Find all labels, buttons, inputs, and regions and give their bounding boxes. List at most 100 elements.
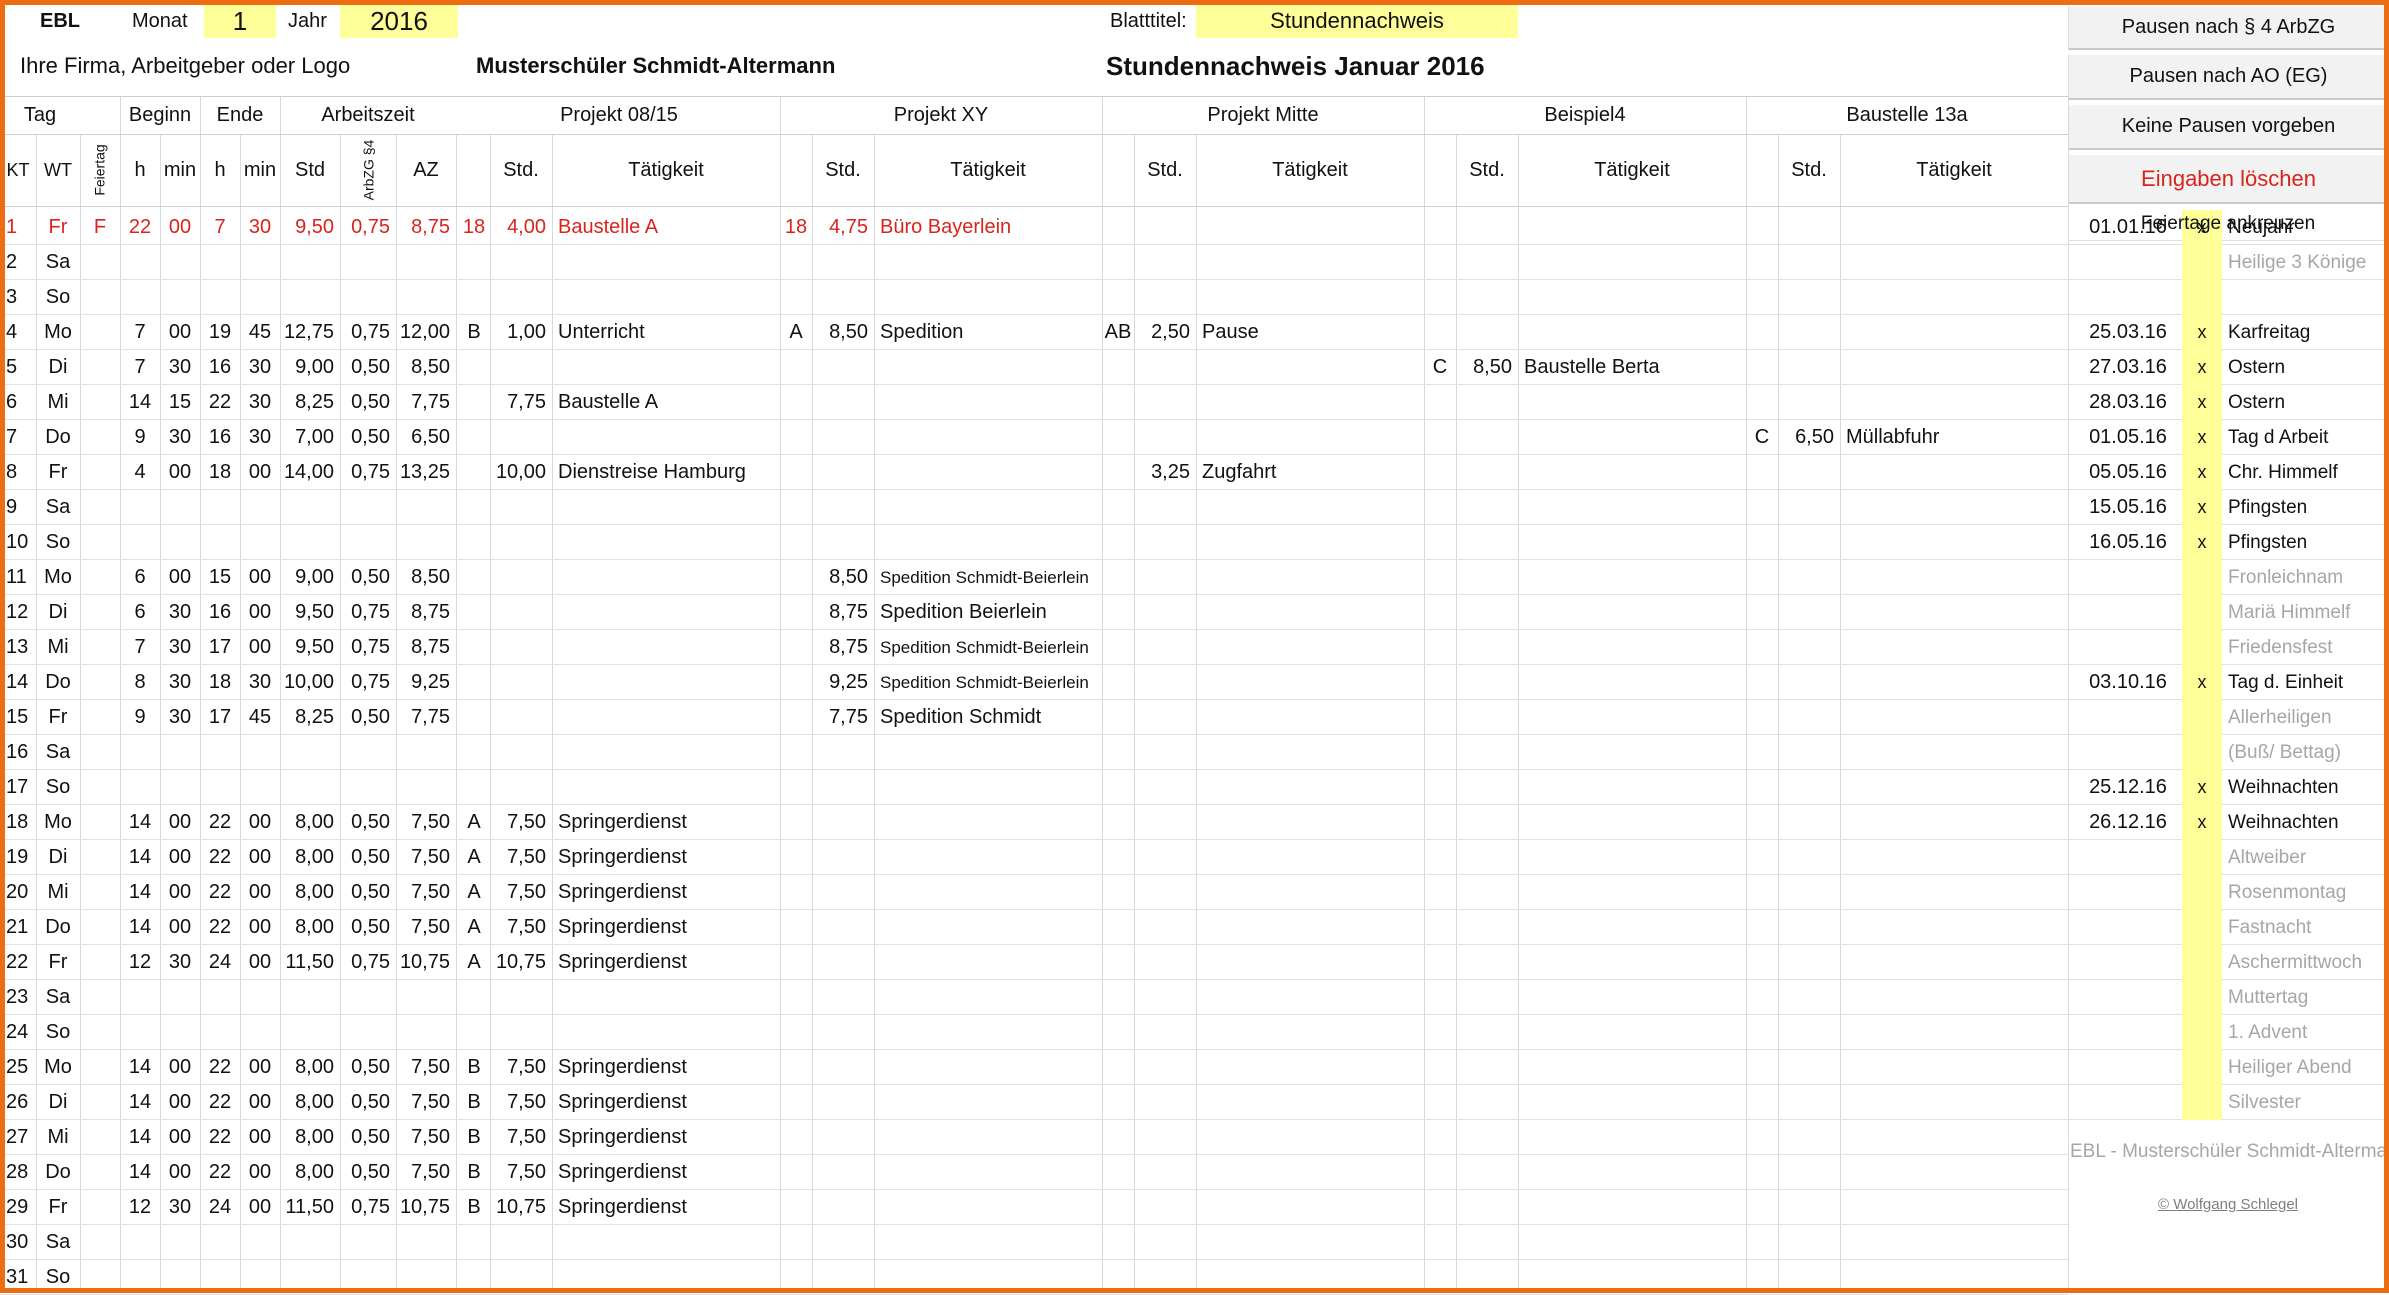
row-project-std[interactable]	[1134, 280, 1196, 315]
keine-pausen-button[interactable]: Keine Pausen vorgeben	[2068, 104, 2388, 150]
row-project-std[interactable]	[812, 1085, 874, 1120]
row-project-code[interactable]: A	[458, 805, 490, 840]
row-project-std[interactable]	[1778, 280, 1840, 315]
row-project-taetigkeit[interactable]: Spedition Schmidt-Beierlein	[874, 560, 1102, 595]
row-project-taetigkeit[interactable]	[1840, 1120, 2068, 1155]
row-project-taetigkeit[interactable]	[1518, 945, 1746, 980]
row-project-taetigkeit[interactable]	[1840, 875, 2068, 910]
row-project-code[interactable]	[458, 630, 490, 665]
row-project-std[interactable]	[1456, 420, 1518, 455]
row-project-std[interactable]	[490, 560, 552, 595]
row-project-code[interactable]	[780, 560, 812, 595]
row-project-taetigkeit[interactable]	[1518, 420, 1746, 455]
row-project-taetigkeit[interactable]	[1518, 455, 1746, 490]
row-project-std[interactable]	[1778, 245, 1840, 280]
row-project-code[interactable]	[1424, 315, 1456, 350]
row-project-std[interactable]	[1778, 665, 1840, 700]
row-project-code[interactable]	[1102, 350, 1134, 385]
row-project-std[interactable]	[1778, 525, 1840, 560]
row-project-std[interactable]	[1134, 1085, 1196, 1120]
row-project-taetigkeit[interactable]	[874, 910, 1102, 945]
row-project-code[interactable]	[458, 560, 490, 595]
row-project-code[interactable]	[1424, 805, 1456, 840]
row-project-taetigkeit[interactable]	[874, 980, 1102, 1015]
row-project-code[interactable]	[458, 700, 490, 735]
row-project-taetigkeit[interactable]	[874, 420, 1102, 455]
row-project-code[interactable]	[1102, 805, 1134, 840]
holiday-checkbox[interactable]	[2182, 1015, 2222, 1050]
row-ende-min[interactable]: 00	[240, 1050, 280, 1085]
row-ende-h[interactable]: 18	[200, 665, 240, 700]
row-project-code[interactable]	[1746, 980, 1778, 1015]
row-project-std[interactable]: 6,50	[1778, 420, 1840, 455]
row-beginn-h[interactable]	[120, 1260, 160, 1295]
row-project-taetigkeit[interactable]: Springerdienst	[552, 945, 780, 980]
row-beginn-h[interactable]: 7	[120, 630, 160, 665]
row-project-std[interactable]: 8,50	[1456, 350, 1518, 385]
row-project-code[interactable]	[1102, 1225, 1134, 1260]
row-project-std[interactable]	[1456, 770, 1518, 805]
row-ende-min[interactable]	[240, 490, 280, 525]
row-beginn-min[interactable]: 30	[160, 630, 200, 665]
row-beginn-h[interactable]: 22	[120, 210, 160, 245]
row-project-std[interactable]	[1778, 1050, 1840, 1085]
row-project-std[interactable]	[1456, 875, 1518, 910]
row-beginn-min[interactable]: 30	[160, 595, 200, 630]
row-project-std[interactable]	[490, 245, 552, 280]
row-project-std[interactable]	[490, 1225, 552, 1260]
row-beginn-min[interactable]: 00	[160, 1120, 200, 1155]
row-project-code[interactable]	[780, 980, 812, 1015]
row-project-taetigkeit[interactable]	[874, 1225, 1102, 1260]
row-project-code[interactable]	[1102, 595, 1134, 630]
row-project-code[interactable]	[1424, 210, 1456, 245]
row-project-taetigkeit[interactable]	[1196, 1225, 1424, 1260]
row-project-code[interactable]	[1102, 210, 1134, 245]
row-project-std[interactable]	[490, 595, 552, 630]
row-project-taetigkeit[interactable]	[1196, 735, 1424, 770]
row-project-taetigkeit[interactable]: Pause	[1196, 315, 1424, 350]
row-project-taetigkeit[interactable]	[1518, 1260, 1746, 1295]
row-project-code[interactable]	[1424, 630, 1456, 665]
row-project-std[interactable]: 7,50	[490, 840, 552, 875]
holiday-checkbox[interactable]	[2182, 875, 2222, 910]
row-feiertag[interactable]	[80, 245, 120, 280]
row-beginn-min[interactable]: 30	[160, 1190, 200, 1225]
row-project-taetigkeit[interactable]	[1518, 280, 1746, 315]
row-project-std[interactable]	[1134, 595, 1196, 630]
row-ende-h[interactable]: 24	[200, 945, 240, 980]
row-ende-h[interactable]: 16	[200, 420, 240, 455]
row-project-std[interactable]	[1134, 1015, 1196, 1050]
row-project-std[interactable]	[1456, 1190, 1518, 1225]
row-project-code[interactable]	[780, 840, 812, 875]
row-project-code[interactable]	[1424, 1015, 1456, 1050]
row-project-taetigkeit[interactable]	[1196, 1120, 1424, 1155]
row-project-std[interactable]	[812, 910, 874, 945]
row-project-code[interactable]	[780, 350, 812, 385]
row-project-std[interactable]	[1778, 875, 1840, 910]
row-project-taetigkeit[interactable]	[874, 1085, 1102, 1120]
row-ende-h[interactable]: 22	[200, 875, 240, 910]
row-project-code[interactable]	[458, 385, 490, 420]
row-project-taetigkeit[interactable]	[1518, 875, 1746, 910]
holiday-checkbox[interactable]	[2182, 945, 2222, 980]
row-project-code[interactable]	[1102, 1050, 1134, 1085]
row-project-taetigkeit[interactable]: Spedition Schmidt-Beierlein	[874, 630, 1102, 665]
row-project-std[interactable]	[1778, 1015, 1840, 1050]
row-project-taetigkeit[interactable]	[1518, 490, 1746, 525]
row-project-std[interactable]	[490, 280, 552, 315]
row-beginn-h[interactable]: 8	[120, 665, 160, 700]
row-ende-min[interactable]: 30	[240, 210, 280, 245]
row-project-code[interactable]	[780, 1050, 812, 1085]
row-ende-h[interactable]: 22	[200, 910, 240, 945]
row-project-std[interactable]	[1456, 945, 1518, 980]
row-project-taetigkeit[interactable]: Springerdienst	[552, 1190, 780, 1225]
row-project-std[interactable]	[1134, 665, 1196, 700]
row-project-taetigkeit[interactable]: Springerdienst	[552, 1050, 780, 1085]
row-beginn-h[interactable]: 14	[120, 805, 160, 840]
row-ende-h[interactable]: 22	[200, 1085, 240, 1120]
row-ende-min[interactable]	[240, 1260, 280, 1295]
row-beginn-min[interactable]: 00	[160, 560, 200, 595]
row-project-std[interactable]	[1778, 490, 1840, 525]
row-project-std[interactable]	[812, 1120, 874, 1155]
holiday-checkbox[interactable]: x	[2182, 490, 2222, 525]
